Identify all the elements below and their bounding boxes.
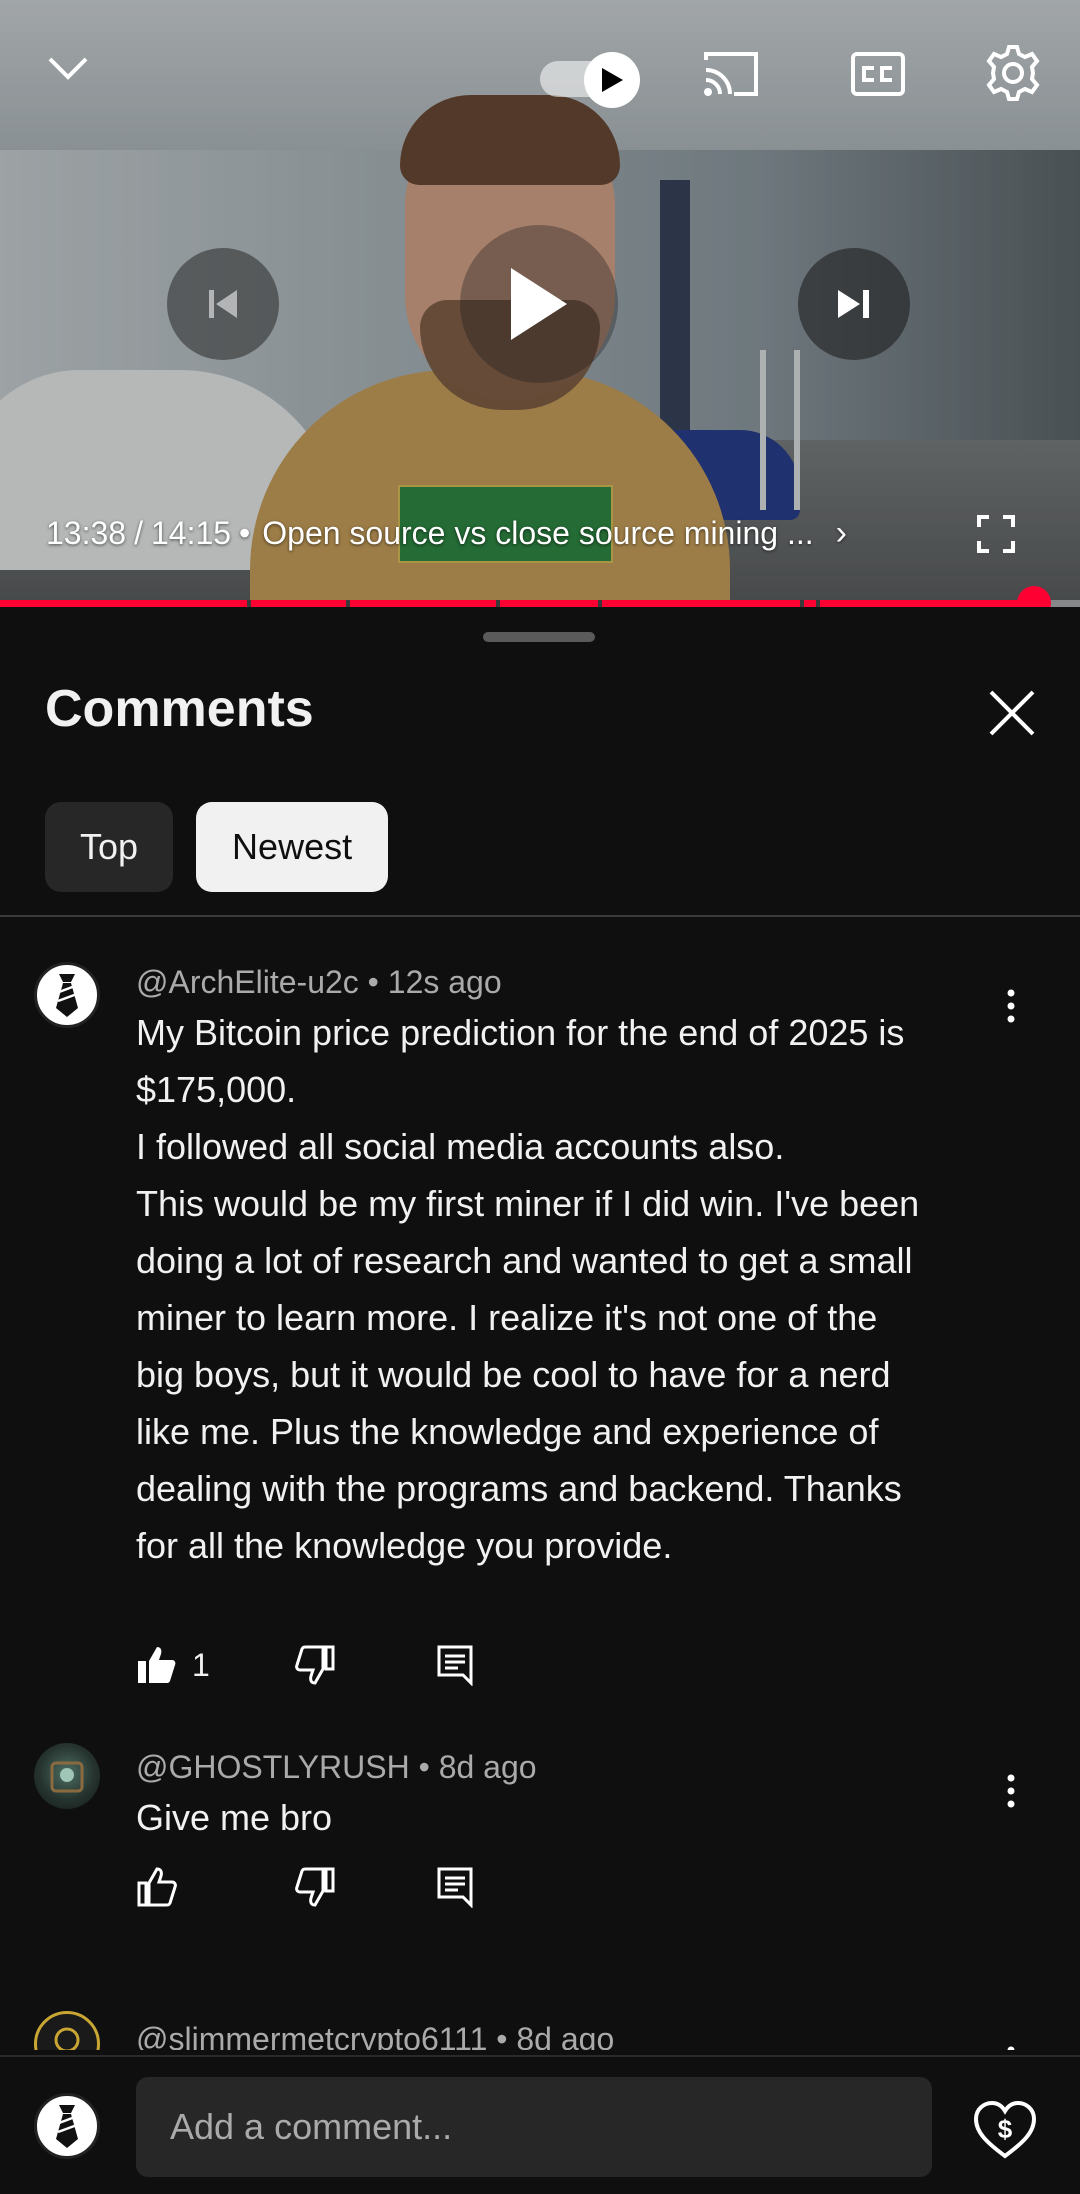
comment-author[interactable]: @slimmermetcrypto6111 xyxy=(136,2021,487,2050)
reply-icon xyxy=(437,1867,473,1908)
comment-actions: 1 xyxy=(136,1640,474,1690)
comment-meta: @GHOSTLYRUSH • 8d ago xyxy=(136,1749,537,1785)
panel-title: Comments xyxy=(45,680,314,738)
avatar[interactable] xyxy=(34,962,100,1028)
comment-meta: @slimmermetcrypto6111 • 8d ago xyxy=(136,2021,614,2050)
ghost-avatar-icon xyxy=(50,1761,84,1793)
comment-age: 8d ago xyxy=(438,1749,537,1785)
dislike-button[interactable] xyxy=(294,1644,436,1686)
video-player[interactable]: 13:38 / 14:15 • Open source vs close sou… xyxy=(0,0,1080,607)
fullscreen-icon[interactable] xyxy=(974,512,1018,556)
super-thanks-heart-dollar-icon[interactable]: $ xyxy=(972,2099,1038,2161)
lightbulb-avatar-icon xyxy=(54,2027,80,2050)
like-button[interactable]: 1 xyxy=(136,1644,294,1686)
drag-handle[interactable] xyxy=(483,632,595,642)
tie-icon xyxy=(56,2105,78,2148)
comment-author[interactable]: @GHOSTLYRUSH xyxy=(136,1749,410,1785)
tie-icon xyxy=(56,974,78,1017)
sort-chips: Top Newest xyxy=(45,802,389,892)
add-comment-input[interactable] xyxy=(136,2077,932,2177)
comment-actions xyxy=(136,1862,474,1912)
close-icon[interactable] xyxy=(986,687,1038,739)
title-chevron-right-icon[interactable]: › xyxy=(836,514,847,553)
reply-button[interactable] xyxy=(436,1644,474,1686)
svg-text:$: $ xyxy=(998,2114,1013,2144)
like-button[interactable] xyxy=(136,1866,294,1908)
next-icon xyxy=(838,290,869,318)
thumbs-down-icon xyxy=(295,1867,335,1907)
autoplay-toggle[interactable] xyxy=(540,44,642,108)
previous-icon xyxy=(209,290,237,318)
comment-author[interactable]: @ArchElite-u2c xyxy=(136,964,359,1000)
minimize-chevron-down-icon[interactable] xyxy=(40,40,96,96)
chip-newest[interactable]: Newest xyxy=(196,802,389,892)
my-avatar xyxy=(34,2093,100,2159)
cc-icon[interactable] xyxy=(846,44,910,104)
reply-icon xyxy=(437,1645,473,1686)
comment-text: My Bitcoin price prediction for the end … xyxy=(136,1012,920,1566)
comment-age: 8d ago xyxy=(516,2021,615,2050)
chip-top[interactable]: Top xyxy=(45,802,174,892)
progress-fill xyxy=(0,600,1034,607)
comment-age: 12s ago xyxy=(387,964,502,1000)
thumbs-up-filled-icon xyxy=(138,1647,176,1683)
duration: 14:15 xyxy=(150,514,232,551)
time-and-title-row[interactable]: 13:38 / 14:15 • Open source vs close sou… xyxy=(46,510,847,556)
comment-text: Give me bro xyxy=(136,1797,333,1838)
divider xyxy=(0,915,1080,917)
video-title[interactable]: Open source vs close source mining ... xyxy=(262,515,813,552)
thumbs-down-icon xyxy=(295,1645,335,1685)
comments-panel: Comments Top Newest @ArchElite-u2c • 12s… xyxy=(0,607,1080,2050)
like-count: 1 xyxy=(192,1646,210,1683)
current-time: 13:38 xyxy=(46,514,127,551)
next-button[interactable] xyxy=(798,248,910,360)
dislike-button[interactable] xyxy=(294,1866,436,1908)
autoplay-toggle-icon xyxy=(584,52,640,108)
time-separator: / xyxy=(134,514,143,551)
progress-bar[interactable] xyxy=(0,586,1080,607)
avatar[interactable] xyxy=(34,2011,100,2050)
play-icon xyxy=(511,268,567,340)
more-options-icon[interactable] xyxy=(998,2043,1024,2050)
settings-gear-icon[interactable] xyxy=(980,40,1046,106)
thumbs-up-icon xyxy=(137,1867,177,1907)
comment-composer: $ xyxy=(0,2055,1080,2194)
cast-icon[interactable] xyxy=(696,44,766,104)
comment-meta: @ArchElite-u2c • 12s ago xyxy=(136,964,502,1000)
avatar[interactable] xyxy=(34,1743,100,1809)
previous-button[interactable] xyxy=(167,248,279,360)
reply-button[interactable] xyxy=(436,1866,474,1908)
play-button[interactable] xyxy=(460,225,618,383)
title-bullet: • xyxy=(239,514,251,551)
